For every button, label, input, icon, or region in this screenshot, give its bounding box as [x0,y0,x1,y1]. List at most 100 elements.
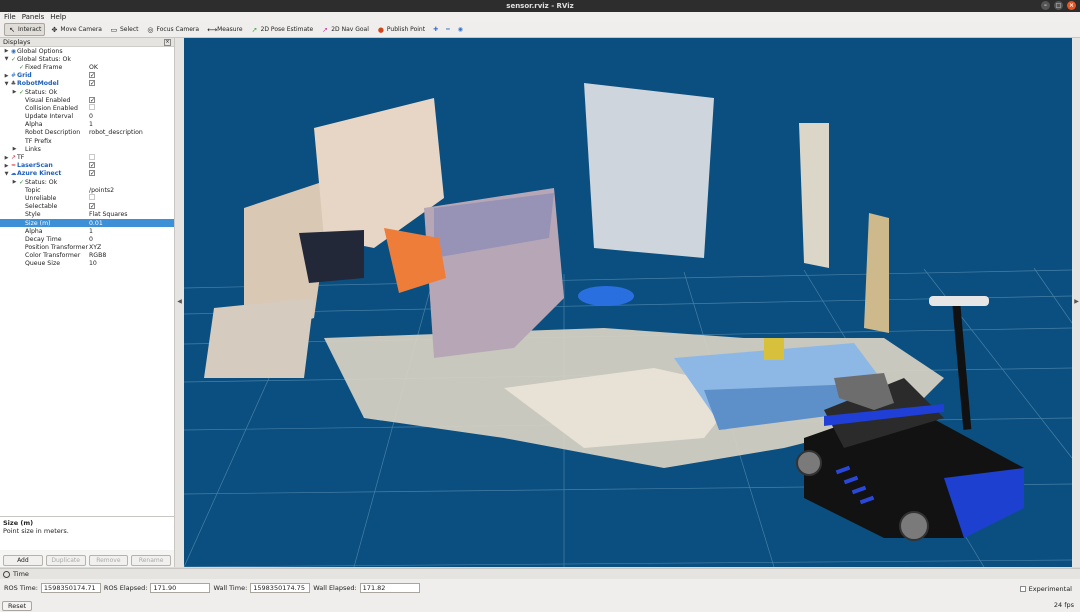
menu-file[interactable]: File [4,12,16,22]
ros-time-field[interactable]: 1598350174.71 [40,583,101,593]
display-value[interactable]: /points2 [89,187,114,194]
enable-checkbox[interactable]: ✓ [89,162,95,169]
display-value[interactable]: robot_description [89,129,143,136]
view-plus-icon[interactable]: ✚ [430,23,441,36]
wall-elapsed-field[interactable]: 171.82 [359,583,420,593]
display-row[interactable]: Alpha 1 [0,227,174,235]
right-splitter[interactable]: ▶ [1072,38,1080,567]
chevron-left-icon[interactable]: ◀ [175,298,184,305]
enable-checkbox[interactable]: ✓ [89,170,95,177]
remove-button[interactable]: Remove [88,555,129,566]
display-row[interactable]: Queue Size 10 [0,260,174,268]
wall-time-field[interactable]: 1598350174.75 [250,583,311,593]
display-value[interactable]: 0 [89,236,93,243]
chevron-down-icon[interactable]: ▼ [3,81,10,87]
view-minus-icon[interactable]: ━ [443,23,453,36]
chevron-right-icon[interactable]: ▶ [3,73,10,79]
enable-checkbox[interactable] [89,194,95,201]
display-row[interactable]: Topic/points2 [0,186,174,194]
display-label: Global Status: Ok [17,55,71,63]
display-row[interactable]: ▼ ☁ Azure Kinect ✓ [0,170,174,178]
display-row[interactable]: Style Flat Squares [0,211,174,219]
left-splitter[interactable]: ◀ [175,38,184,567]
display-row[interactable]: Position Transformer XYZ [0,244,174,252]
enable-checkbox[interactable] [89,153,95,160]
display-row[interactable]: ▼ ✓ Global Status: Ok [0,55,174,63]
display-row[interactable]: Alpha 1 [0,121,174,129]
menu-panels[interactable]: Panels [22,12,45,22]
display-row[interactable]: Collision Enabled [0,104,174,112]
reset-button[interactable]: Reset [2,601,33,611]
chevron-right-icon[interactable]: ▶ [3,163,10,169]
experimental-checkbox[interactable] [1019,586,1026,592]
minimize-icon[interactable]: – [1041,1,1050,10]
tool-move-camera[interactable]: ✥ Move Camera [47,23,105,36]
tool-focus-camera[interactable]: ◎ Focus Camera [143,23,202,36]
display-row[interactable]: ▶ ✓ Status: Ok [0,88,174,96]
tool-select[interactable]: ▭ Select [107,23,142,36]
display-value[interactable]: Flat Squares [89,211,127,218]
chevron-right-icon[interactable]: ▶ [3,48,10,54]
tool-interact[interactable]: ↖ Interact [4,23,46,36]
ros-time-label: ROS Time: [4,584,38,592]
display-row[interactable]: ▶ ✓ Status: Ok [0,178,174,186]
tool-publish-point[interactable]: ● Publish Point [374,23,428,36]
chevron-right-icon[interactable]: ▶ [11,146,18,152]
display-row[interactable]: Robot Description robot_description [0,129,174,137]
display-row[interactable]: ✓ Fixed Frame OK [0,63,174,71]
rename-button[interactable]: Rename [131,555,171,566]
display-label: Status: Ok [25,178,58,186]
display-row[interactable]: Size (m) 0.01 [0,218,174,228]
enable-checkbox[interactable]: ✓ [89,80,95,87]
tool-2d-pose-estimate[interactable]: ➚ 2D Pose Estimate [248,23,317,36]
pose-estimate-icon: ➚ [251,25,258,34]
menu-help[interactable]: Help [50,12,66,22]
display-value[interactable]: 1 [89,121,93,128]
display-row[interactable]: Visual Enabled ✓ [0,96,174,104]
chevron-right-icon[interactable]: ▶ [1072,298,1080,305]
camera-view-icon[interactable]: ◉ [455,23,466,36]
close-panel-icon[interactable]: × [164,38,171,46]
display-row[interactable]: TF Prefix [0,137,174,145]
display-row[interactable]: Color Transformer RGB8 [0,252,174,260]
display-label: Selectable [25,203,58,211]
enable-checkbox[interactable]: ✓ [89,96,95,103]
wall-time-label: Wall Time: [213,584,248,592]
tool-2d-nav-goal[interactable]: ➚ 2D Nav Goal [318,23,372,36]
display-row[interactable]: Decay Time 0 [0,235,174,243]
duplicate-button[interactable]: Duplicate [45,555,86,566]
display-row[interactable]: Selectable ✓ [0,203,174,211]
chevron-right-icon[interactable]: ▶ [11,179,18,185]
display-value[interactable]: RGB8 [89,252,106,259]
add-button[interactable]: Add [3,555,43,566]
display-row[interactable]: ▶ Links [0,145,174,153]
chevron-right-icon[interactable]: ▶ [3,155,10,161]
display-row[interactable]: ▶ ↗ TF [0,153,174,161]
enable-checkbox[interactable]: ✓ [89,203,95,210]
display-row[interactable]: Update Interval 0 [0,113,174,121]
display-row[interactable]: ▶ ◉ Global Options [0,47,174,55]
display-value[interactable]: OK [89,64,98,71]
display-value[interactable]: 0.01 [89,220,103,227]
render-viewport[interactable] [184,38,1072,567]
display-value[interactable]: 0 [89,113,93,120]
display-row[interactable]: ▼ ♣ RobotModel ✓ [0,80,174,88]
chevron-right-icon[interactable]: ▶ [11,89,18,95]
tool-measure[interactable]: ⟷ Measure [204,23,246,36]
enable-checkbox[interactable] [89,104,95,111]
3d-scene[interactable] [184,38,1072,567]
displays-panel-header: Displays × [0,38,174,47]
ros-elapsed-field[interactable]: 171.90 [150,583,211,593]
display-value[interactable]: 10 [89,260,97,267]
wall-elapsed-label: Wall Elapsed: [313,584,357,592]
chevron-down-icon[interactable]: ▼ [3,171,10,177]
display-row[interactable]: ▶ ≈ LaserScan ✓ [0,162,174,170]
maximize-icon[interactable]: □ [1054,1,1063,10]
chevron-down-icon[interactable]: ▼ [3,56,10,62]
close-icon[interactable]: × [1067,1,1076,10]
enable-checkbox[interactable]: ✓ [89,72,95,79]
display-row[interactable]: ▶ # Grid ✓ [0,72,174,80]
display-row[interactable]: Unreliable [0,194,174,202]
display-value[interactable]: XYZ [89,244,101,251]
display-value[interactable]: 1 [89,228,93,235]
